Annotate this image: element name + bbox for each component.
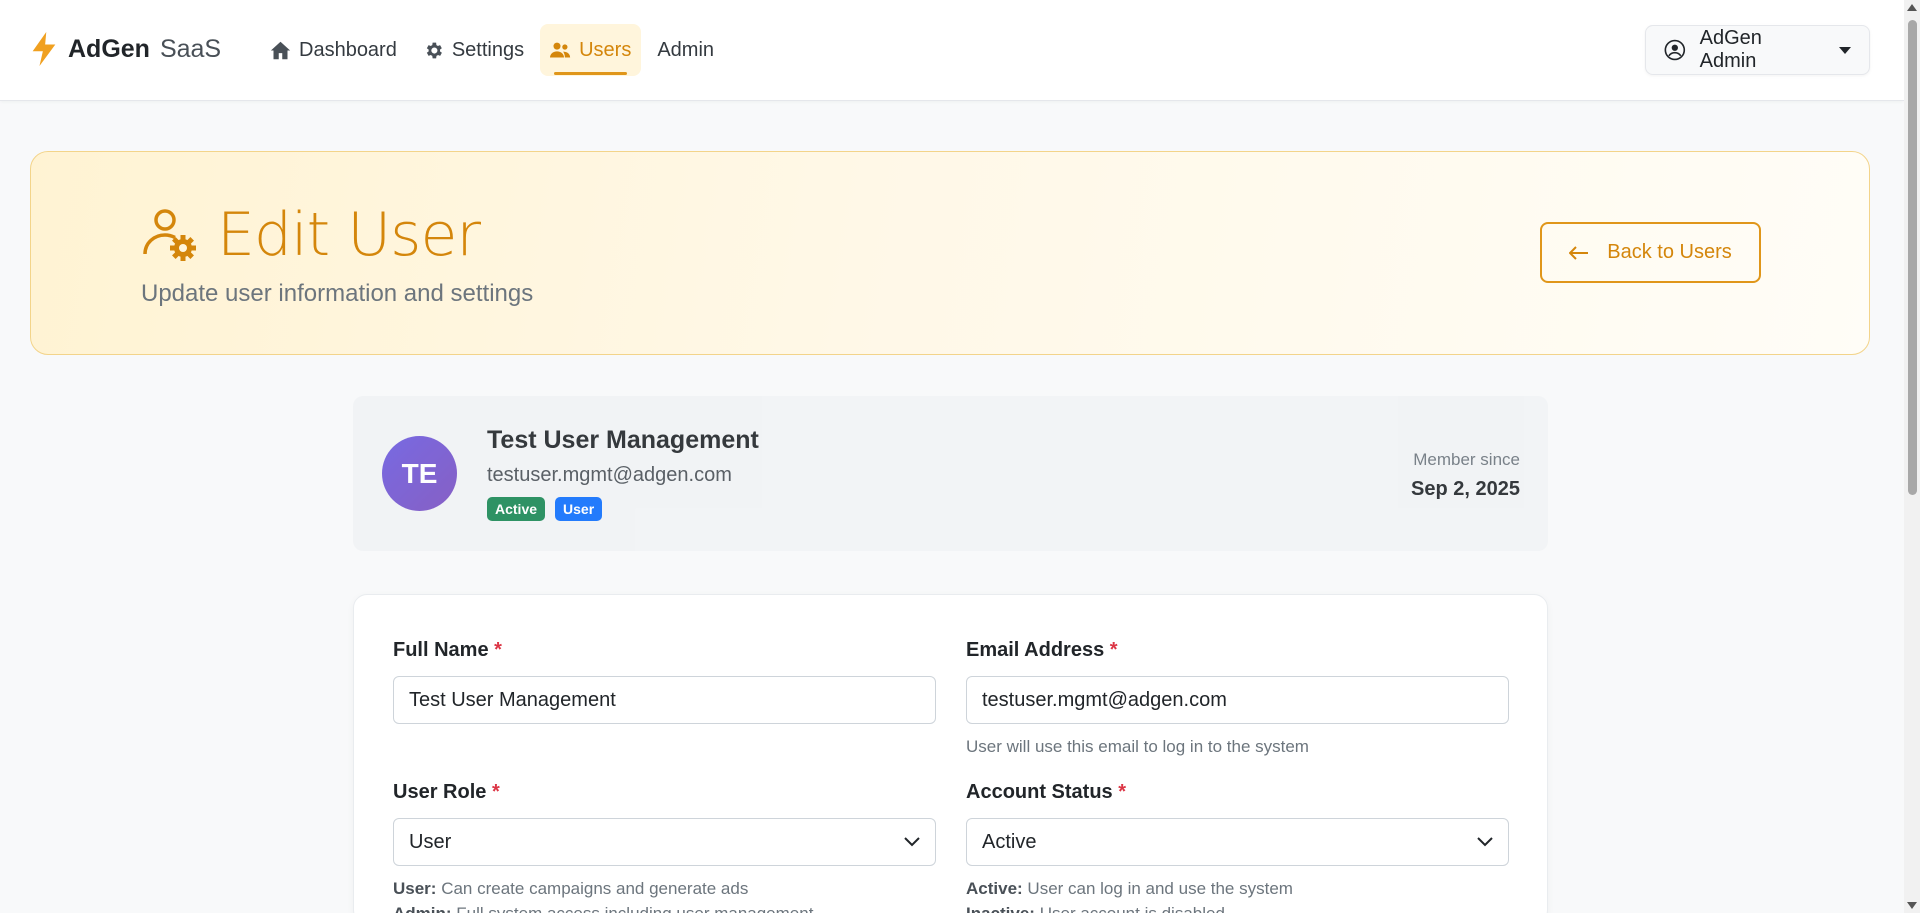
account-status-help: Active: User can log in and use the syst… [966, 879, 1293, 913]
nav-dashboard[interactable]: Dashboard [260, 24, 407, 76]
arrow-left-icon [1569, 245, 1589, 260]
users-icon [550, 42, 571, 57]
lightning-icon [32, 32, 56, 66]
chevron-down-icon [904, 837, 920, 847]
user-role-label: User Role * [393, 781, 500, 803]
account-status-label: Account Status * [966, 781, 1127, 803]
scroll-down-arrow[interactable] [1907, 902, 1917, 909]
nav-settings[interactable]: Settings [413, 24, 534, 76]
user-circle-icon [1664, 39, 1686, 61]
status-badge: Active [487, 497, 546, 521]
user-summary-card: TE Test User Management testuser.mgmt@ad… [353, 396, 1548, 551]
page-scrollbar[interactable] [1904, 0, 1920, 913]
nav-admin[interactable]: Admin [647, 24, 724, 76]
user-menu-dropdown[interactable]: AdGen Admin [1645, 25, 1870, 75]
gear-icon [426, 42, 442, 58]
email-input[interactable] [966, 676, 1509, 724]
brand-logo[interactable]: AdGen SaaS [30, 32, 221, 66]
full-name-group: Full Name * [393, 639, 936, 724]
nav-users[interactable]: Users [540, 24, 642, 76]
nav-users-label: Users [579, 38, 632, 61]
page-title-group: Edit User [141, 200, 481, 270]
user-gear-icon [143, 209, 196, 261]
badge-group: Active User [487, 497, 603, 521]
nav-settings-label: Settings [451, 38, 525, 61]
top-navbar: AdGen SaaS Dashboard Settings Users Admi… [0, 0, 1904, 101]
page-title: Edit User [217, 200, 481, 270]
edit-user-form: Full Name * Email Address * User will us… [353, 594, 1548, 913]
member-since-date: Sep 2, 2025 [1411, 478, 1520, 500]
back-to-users-button[interactable]: Back to Users [1540, 222, 1761, 283]
page-subtitle: Update user information and settings [141, 280, 534, 307]
user-name: Test User Management [487, 426, 759, 454]
scroll-up-arrow[interactable] [1907, 4, 1917, 11]
email-help-text: User will use this email to log in to th… [966, 737, 1309, 756]
nav-dashboard-label: Dashboard [299, 38, 397, 61]
user-menu-label: AdGen Admin [1699, 27, 1762, 72]
back-button-label: Back to Users [1607, 241, 1732, 263]
nav-admin-label: Admin [657, 38, 715, 61]
account-status-select[interactable]: Active [966, 818, 1509, 866]
user-email: testuser.mgmt@adgen.com [487, 464, 732, 486]
account-status-group: Account Status * Active Active: User can… [966, 781, 1509, 913]
email-label: Email Address * [966, 639, 1118, 661]
home-icon [270, 41, 291, 59]
member-since-label: Member since [1413, 450, 1520, 469]
brand-name: AdGen [68, 34, 150, 63]
chevron-down-icon [1477, 837, 1493, 847]
user-role-selected: User [409, 830, 452, 853]
brand-suffix: SaaS [159, 34, 222, 63]
full-name-input[interactable] [393, 676, 936, 724]
account-status-selected: Active [982, 830, 1037, 853]
role-badge: User [555, 497, 603, 521]
user-role-group: User Role * User User: Can create campai… [393, 781, 936, 913]
avatar: TE [382, 436, 457, 511]
scrollbar-thumb[interactable] [1908, 20, 1917, 495]
email-group: Email Address * User will use this email… [966, 639, 1509, 759]
main-nav: Dashboard Settings Users Admin [260, 24, 724, 76]
page-header: Edit User Update user information and se… [30, 151, 1870, 355]
user-role-help: User: Can create campaigns and generate … [393, 879, 813, 913]
user-role-select[interactable]: User [393, 818, 936, 866]
full-name-label: Full Name * [393, 639, 502, 661]
caret-down-icon [1839, 46, 1851, 54]
